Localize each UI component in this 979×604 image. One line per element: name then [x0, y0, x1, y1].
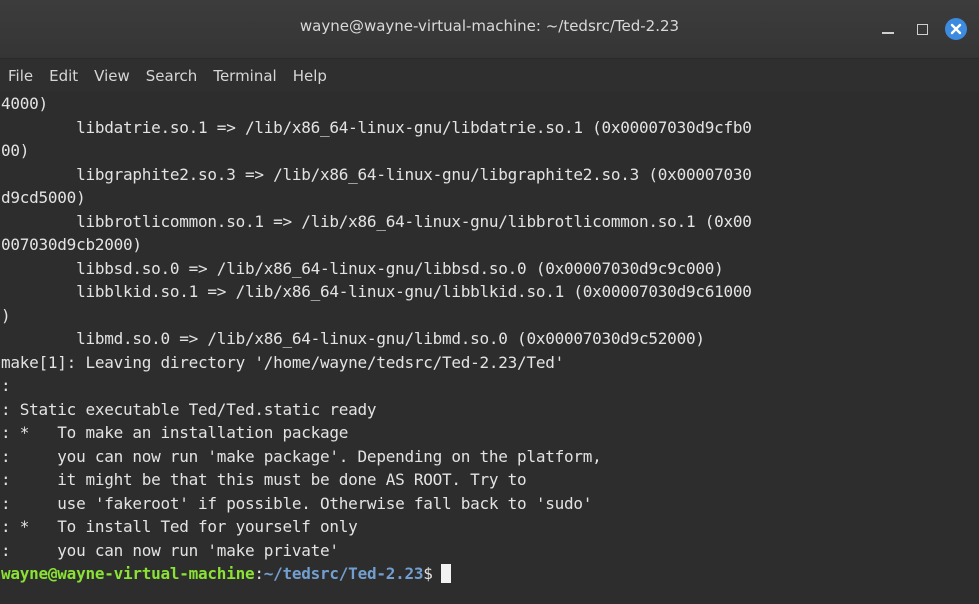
- prompt-user-host: wayne@wayne-virtual-machine: [1, 564, 255, 583]
- terminal-line: libblkid.so.1 => /lib/x86_64-linux-gnu/l…: [1, 282, 752, 301]
- terminal-line: : you can now run 'make private': [1, 540, 339, 560]
- menu-search[interactable]: Search: [138, 67, 206, 85]
- terminal-line: 007030d9cb2000): [1, 235, 142, 254]
- terminal-line: 00): [1, 141, 30, 160]
- terminal-line: : use 'fakeroot' if possible. Otherwise …: [1, 493, 593, 513]
- text-cursor: [440, 564, 451, 583]
- terminal-line: ): [1, 305, 11, 325]
- prompt-line[interactable]: wayne@wayne-virtual-machine:~/tedsrc/Ted…: [1, 562, 979, 586]
- menu-terminal[interactable]: Terminal: [205, 67, 284, 85]
- prompt-separator: :: [254, 564, 264, 583]
- prompt-symbol: $: [423, 564, 433, 583]
- terminal-line: libbrotlicommon.so.1 => /lib/x86_64-linu…: [1, 211, 752, 231]
- terminal-line: libbsd.so.0 => /lib/x86_64-linux-gnu/lib…: [1, 258, 724, 278]
- menu-view[interactable]: View: [86, 67, 138, 85]
- menu-help[interactable]: Help: [285, 67, 335, 85]
- window-controls: [871, 16, 973, 42]
- terminal-line: libmd.so.0 => /lib/x86_64-linux-gnu/libm…: [1, 329, 705, 348]
- menu-file[interactable]: File: [0, 67, 41, 85]
- terminal-window: wayne@wayne-virtual-machine: ~/tedsrc/Te…: [0, 0, 979, 604]
- window-title: wayne@wayne-virtual-machine: ~/tedsrc/Te…: [299, 17, 680, 35]
- close-x-icon: [950, 23, 962, 35]
- terminal-line: : * To install Ted for yourself only: [1, 517, 358, 536]
- terminal-line: : Static executable Ted/Ted.static ready: [1, 399, 377, 419]
- terminal-line: : it might be that this must be done AS …: [1, 470, 527, 489]
- terminal-line: libgraphite2.so.3 => /lib/x86_64-linux-g…: [1, 164, 752, 184]
- prompt-path: ~/tedsrc/Ted-2.23: [263, 564, 424, 583]
- close-icon: [945, 18, 967, 40]
- terminal-line: 4000): [1, 94, 48, 113]
- terminal-line: libdatrie.so.1 => /lib/x86_64-linux-gnu/…: [1, 117, 752, 137]
- menu-edit[interactable]: Edit: [41, 67, 86, 85]
- terminal-line: : you can now run 'make package'. Depend…: [1, 446, 602, 466]
- minimize-icon: [882, 32, 894, 34]
- maximize-button[interactable]: [905, 16, 939, 42]
- menu-bar: File Edit View Search Terminal Help: [0, 59, 979, 93]
- minimize-button[interactable]: [871, 16, 905, 42]
- maximize-icon: [916, 23, 928, 35]
- terminal-line: d9cd5000): [1, 188, 86, 207]
- terminal-line: make[1]: Leaving directory '/home/wayne/…: [1, 352, 564, 372]
- terminal-line: :: [1, 376, 11, 395]
- title-bar[interactable]: wayne@wayne-virtual-machine: ~/tedsrc/Te…: [0, 0, 979, 59]
- close-button[interactable]: [939, 16, 973, 42]
- terminal-output[interactable]: 4000) libdatrie.so.1 => /lib/x86_64-linu…: [0, 92, 979, 604]
- terminal-line: : * To make an installation package: [1, 423, 349, 442]
